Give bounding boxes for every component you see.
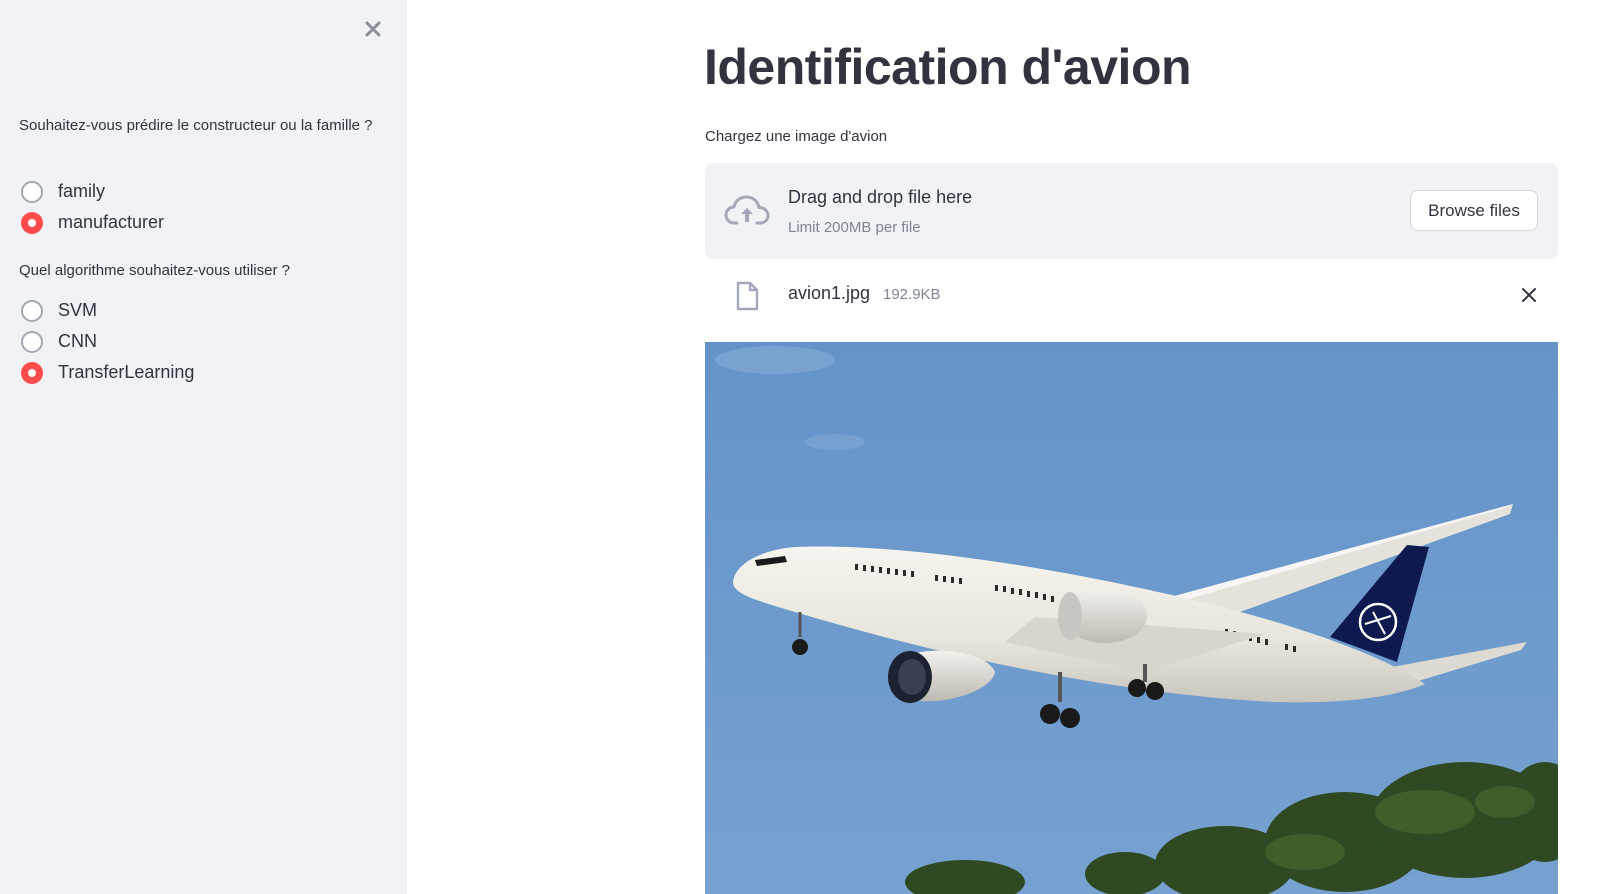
radio-label: CNN <box>58 331 97 351</box>
dropzone-limit: Limit 200MB per file <box>788 219 921 236</box>
file-name: avion1.jpg <box>788 283 871 303</box>
radio-label: TransferLearning <box>58 362 195 382</box>
close-icon <box>365 21 381 37</box>
question-target: Souhaitez-vous prédire le constructeur o… <box>19 117 373 134</box>
radio-group-target: family manufacturer <box>21 176 164 238</box>
dropzone-title: Drag and drop file here <box>788 187 973 207</box>
radio-label: family <box>58 181 106 201</box>
radio-option-manufacturer[interactable]: manufacturer <box>21 207 164 238</box>
file-dropzone[interactable]: Drag and drop file here Limit 200MB per … <box>705 163 1558 259</box>
close-sidebar-button[interactable] <box>360 16 386 42</box>
radio-option-cnn[interactable]: CNN <box>21 326 194 357</box>
airplane-image <box>705 342 1558 894</box>
file-icon <box>736 281 759 311</box>
file-size: 192.9KB <box>883 286 941 303</box>
close-icon <box>1522 288 1536 302</box>
app-root: Souhaitez-vous prédire le constructeur o… <box>0 0 1617 894</box>
cloud-upload-icon <box>724 195 770 225</box>
radio-circle[interactable] <box>21 299 43 322</box>
radio-option-transferlearning[interactable]: TransferLearning <box>21 357 194 388</box>
radio-circle[interactable] <box>21 180 43 203</box>
remove-file-button[interactable] <box>1516 282 1542 308</box>
uploaded-image <box>705 342 1558 894</box>
file-uploader-label: Chargez une image d'avion <box>705 128 888 145</box>
question-algorithm: Quel algorithme souhaitez-vous utiliser … <box>19 262 290 279</box>
radio-label: manufacturer <box>58 212 165 232</box>
page-title: Identification d'avion <box>704 39 1192 95</box>
radio-option-family[interactable]: family <box>21 176 164 207</box>
radio-circle-checked[interactable] <box>21 361 43 384</box>
radio-circle[interactable] <box>21 330 43 353</box>
radio-group-algorithm: SVM CNN TransferLearning <box>21 295 194 388</box>
uploaded-file: avion1.jpg 192.9KB <box>705 268 1558 322</box>
radio-label: SVM <box>58 300 98 320</box>
radio-circle-checked[interactable] <box>21 211 43 234</box>
radio-option-svm[interactable]: SVM <box>21 295 194 326</box>
sidebar: Souhaitez-vous prédire le constructeur o… <box>0 0 407 894</box>
browse-files-button[interactable]: Browse files <box>1410 190 1538 231</box>
